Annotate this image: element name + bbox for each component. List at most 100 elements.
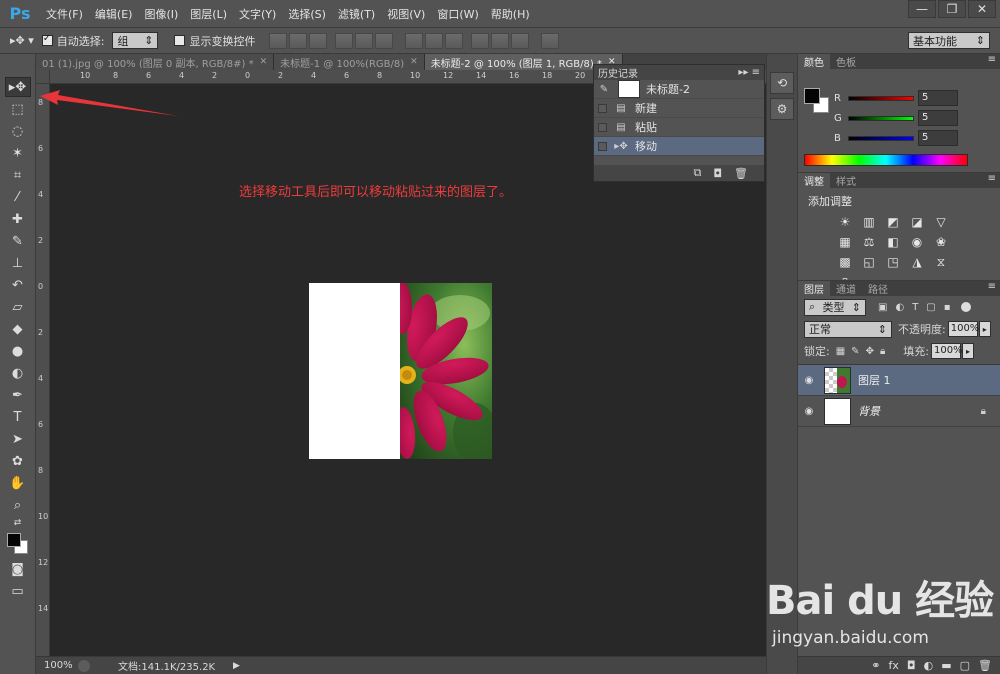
history-snapshot[interactable]: ✎ 未标题-2 [594, 80, 764, 99]
eyedropper-tool-icon[interactable]: ⁄ [5, 187, 31, 207]
tab-paths[interactable]: 路径 [862, 281, 894, 296]
paint-bucket-tool-icon[interactable]: ◆ [5, 319, 31, 339]
filter-type-icon[interactable]: T [912, 302, 918, 313]
layer-row[interactable]: ◉ 背景 🔒︎ [798, 396, 1000, 427]
history-dock-icon[interactable]: ⟲ [770, 72, 794, 94]
opacity-input[interactable]: 100% [947, 321, 979, 337]
doc-tab-2[interactable]: 未标题-1 @ 100%(RGB/8) ✕ [274, 54, 425, 70]
align-right-icon[interactable] [375, 32, 394, 49]
tab-styles[interactable]: 样式 [830, 173, 862, 188]
red-value[interactable]: 5 [918, 90, 958, 106]
healing-brush-tool-icon[interactable]: ✚ [5, 209, 31, 229]
path-selection-tool-icon[interactable]: ➤ [5, 429, 31, 449]
levels-icon[interactable]: ▥ [858, 213, 880, 231]
trash-icon[interactable]: 🗑 [734, 167, 748, 180]
panel-menu-icon[interactable]: ≡ [988, 54, 996, 69]
foreground-background-swatch[interactable] [5, 531, 31, 557]
history-source-checkbox[interactable] [598, 103, 607, 113]
align-left-icon[interactable] [335, 32, 354, 49]
close-button[interactable]: ✕ [968, 0, 996, 18]
blue-slider[interactable] [848, 135, 914, 141]
tab-layers[interactable]: 图层 [798, 281, 830, 296]
blur-tool-icon[interactable]: ● [5, 341, 31, 361]
eraser-tool-icon[interactable]: ▱ [5, 297, 31, 317]
marquee-tool-icon[interactable]: ⬚ [5, 99, 31, 119]
align-top-icon[interactable] [269, 32, 288, 49]
close-tab-icon[interactable]: ✕ [260, 57, 268, 67]
red-slider[interactable] [848, 95, 914, 101]
panel-menu-icon[interactable]: ▸▸ ≡ [738, 67, 760, 78]
filter-smart-object-icon[interactable]: ▪ [944, 302, 951, 313]
pasted-layer-image[interactable] [400, 283, 492, 459]
lasso-tool-icon[interactable]: ◌ [5, 121, 31, 141]
eye-icon[interactable]: ◉ [798, 406, 820, 417]
fill-arrow-icon[interactable]: ▸ [962, 343, 974, 359]
channel-mixer-icon[interactable]: ❀ [930, 233, 952, 251]
eye-icon[interactable]: ◉ [798, 375, 820, 386]
history-source-checkbox[interactable] [598, 122, 607, 132]
move-tool-preset-icon[interactable]: ▸✥ ▾ [10, 34, 34, 47]
filter-pixel-icon[interactable]: ▣ [878, 302, 887, 313]
camera-icon[interactable]: ◘ [713, 167, 722, 180]
magic-wand-tool-icon[interactable]: ✶ [5, 143, 31, 163]
foreground-color-swatch[interactable] [6, 533, 21, 547]
properties-dock-icon[interactable]: ⚙ [770, 98, 794, 120]
quick-mask-icon[interactable]: ◙ [5, 559, 31, 579]
filter-toggle-icon[interactable] [960, 302, 971, 312]
lock-all-icon[interactable]: 🔒︎ [880, 346, 885, 357]
menu-help[interactable]: 帮助(H) [485, 6, 536, 22]
menu-file[interactable]: 文件(F) [40, 6, 89, 22]
zoom-tool-icon[interactable]: ⌕ [5, 495, 31, 515]
photo-filter-icon[interactable]: ◉ [906, 233, 928, 251]
lock-transparent-icon[interactable]: ▦ [836, 346, 845, 357]
panel-menu-icon[interactable]: ≡ [988, 173, 996, 188]
invert-icon[interactable]: ◱ [858, 253, 880, 271]
menu-layer[interactable]: 图层(L) [184, 6, 233, 22]
history-item[interactable]: ▤ 新建 [594, 99, 764, 118]
doc-tab-1[interactable]: 01 (1).jpg @ 100% (图层 0 副本, RGB/8#) * ✕ [36, 54, 275, 70]
auto-select-checkbox[interactable] [41, 33, 53, 46]
distribute-bottom-icon[interactable] [445, 32, 464, 49]
curves-icon[interactable]: ◩ [882, 213, 904, 231]
new-document-from-state-icon[interactable]: ⧉ [693, 166, 701, 180]
history-item-selected[interactable]: ▸✥ 移动 [594, 137, 764, 156]
distribute-top-icon[interactable] [405, 32, 424, 49]
history-source-checkbox[interactable] [598, 141, 607, 151]
vibrance-icon[interactable]: ▽ [930, 213, 952, 231]
pen-tool-icon[interactable]: ✒ [5, 385, 31, 405]
green-slider[interactable] [848, 115, 914, 121]
tab-adjustments[interactable]: 调整 [798, 173, 830, 188]
status-arrow-icon[interactable]: ▶ [233, 661, 240, 671]
status-menu-icon[interactable] [78, 659, 90, 672]
vertical-ruler[interactable]: 8 6 4 2 0 2 4 6 8 10 12 14 [36, 84, 50, 660]
history-brush-tool-icon[interactable]: ↶ [5, 275, 31, 295]
show-transform-option[interactable]: 显示变换控件 [174, 33, 255, 49]
layer-row[interactable]: ◉ 图层 1 [798, 365, 1000, 396]
dodge-tool-icon[interactable]: ◐ [5, 363, 31, 383]
menu-select[interactable]: 选择(S) [282, 6, 332, 22]
screen-mode-icon[interactable]: ▭ [5, 581, 31, 601]
move-tool-icon[interactable]: ▸✥ [4, 77, 31, 97]
black-white-icon[interactable]: ◧ [882, 233, 904, 251]
crop-tool-icon[interactable]: ⌗ [5, 165, 31, 185]
close-tab-icon[interactable]: ✕ [410, 57, 418, 67]
type-tool-icon[interactable]: T [5, 407, 31, 427]
lock-image-icon[interactable]: ✎ [851, 346, 859, 357]
brightness-icon[interactable]: ☀ [834, 213, 856, 231]
workspace-dropdown[interactable]: 基本功能 ⇕ [908, 32, 990, 49]
menu-image[interactable]: 图像(I) [138, 6, 184, 22]
brush-tool-icon[interactable]: ✎ [5, 231, 31, 251]
blue-value[interactable]: 5 [918, 130, 958, 146]
auto-align-icon[interactable] [541, 32, 560, 49]
opacity-arrow-icon[interactable]: ▸ [978, 321, 991, 337]
auto-select-option[interactable]: 自动选择: [41, 33, 104, 49]
menu-view[interactable]: 视图(V) [381, 6, 431, 22]
color-spectrum[interactable] [804, 154, 968, 166]
ruler-corner[interactable] [36, 70, 50, 84]
tab-channels[interactable]: 通道 [830, 281, 862, 296]
menu-type[interactable]: 文字(Y) [233, 6, 282, 22]
lock-position-icon[interactable]: ✥ [866, 346, 874, 357]
panel-menu-icon[interactable]: ≡ [988, 281, 996, 296]
color-balance-icon[interactable]: ⚖ [858, 233, 880, 251]
blend-mode-dropdown[interactable]: 正常 ⇕ [804, 320, 892, 338]
